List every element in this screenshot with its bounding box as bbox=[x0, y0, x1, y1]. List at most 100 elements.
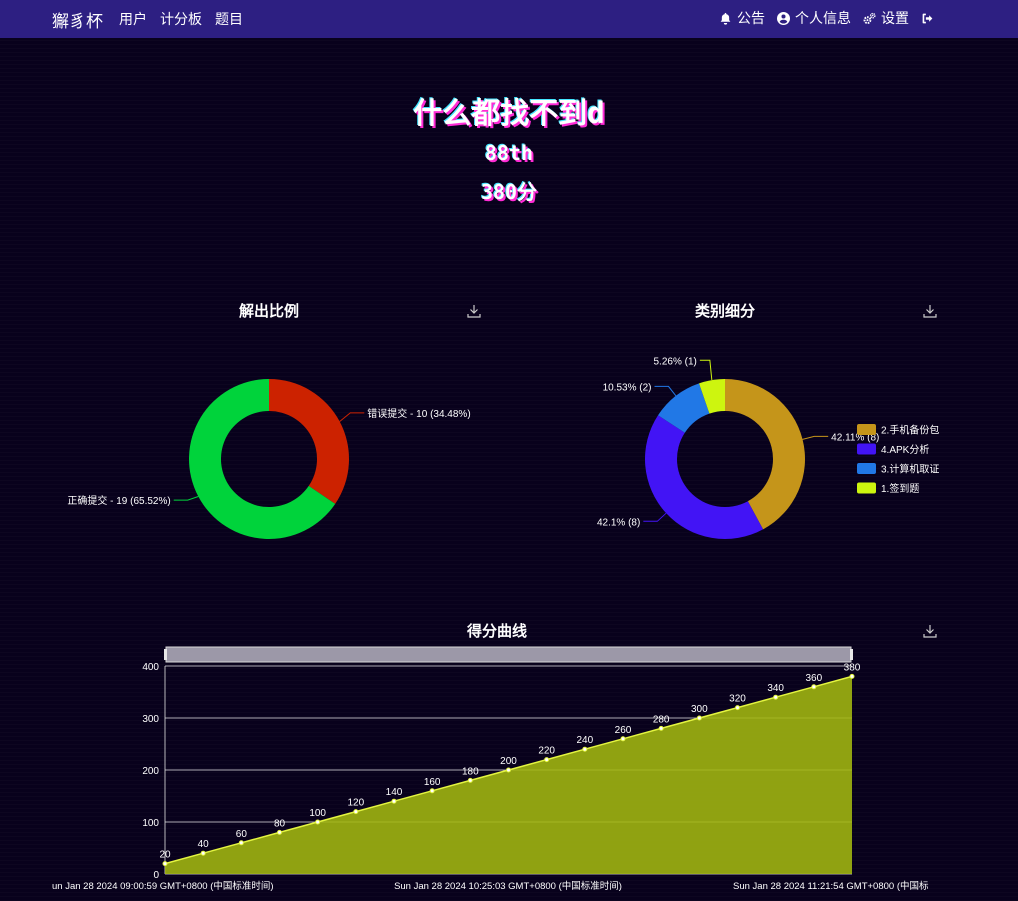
y-tick-label: 400 bbox=[142, 662, 159, 673]
nav-right-menu: 公告 个人信息 设置 bbox=[719, 8, 934, 28]
score-point-label: 60 bbox=[236, 829, 248, 840]
nav-left-menu: 用户 计分板 题目 bbox=[119, 9, 243, 29]
nav-settings-link[interactable]: 设置 bbox=[863, 8, 909, 28]
score-point-label: 380 bbox=[844, 662, 861, 673]
nav-notice-label: 公告 bbox=[737, 11, 765, 27]
legend-item[interactable]: 4.APK分析 bbox=[857, 443, 929, 456]
download-category-chart-icon[interactable] bbox=[923, 304, 937, 318]
legend-label: 1.签到题 bbox=[881, 482, 919, 495]
download-solve-chart-icon[interactable] bbox=[467, 304, 481, 318]
brand-logo[interactable]: 獬豸杯 bbox=[52, 7, 103, 32]
legend-item[interactable]: 1.签到题 bbox=[857, 482, 919, 495]
y-tick-label: 200 bbox=[142, 766, 159, 777]
download-score-chart-icon[interactable] bbox=[923, 624, 937, 638]
score-point[interactable] bbox=[544, 757, 550, 763]
nav-logout-link[interactable] bbox=[921, 12, 934, 25]
pie-slice[interactable] bbox=[645, 415, 764, 539]
score-point-label: 140 bbox=[386, 787, 403, 798]
legend-label: 4.APK分析 bbox=[881, 443, 929, 456]
score-point-label: 180 bbox=[462, 766, 479, 777]
nav-notice-link[interactable]: 公告 bbox=[719, 8, 765, 28]
pie-slice[interactable] bbox=[269, 379, 349, 504]
pie-label-line bbox=[643, 512, 667, 522]
y-tick-label: 300 bbox=[142, 714, 159, 725]
legend-swatch bbox=[857, 482, 876, 494]
score-point-label: 80 bbox=[274, 818, 286, 829]
score-point-label: 360 bbox=[805, 673, 822, 684]
score-point[interactable] bbox=[391, 798, 397, 804]
category-breakdown-chart: 42.11% (8)42.1% (8)10.53% (2)5.26% (1)2.… bbox=[597, 356, 939, 539]
legend-swatch bbox=[857, 424, 876, 435]
score-point-label: 320 bbox=[729, 694, 746, 705]
score-point-label: 260 bbox=[615, 725, 632, 736]
solve-percentage-chart: 错误提交 - 10 (34.48%) 正确提交 - 19 (65.52%) bbox=[67, 379, 471, 539]
score-curve-chart: 0 100 200 300 400 20 40 60 80 100 120 140 160 180 200 2… bbox=[52, 646, 929, 892]
pie-data-label: 正确提交 - 19 (65.52%) bbox=[67, 494, 170, 507]
x-tick-label: Sun Jan 28 2024 10:25:03 GMT+0800 (中国标准时… bbox=[394, 880, 622, 892]
score-point[interactable] bbox=[429, 788, 435, 794]
score-point[interactable] bbox=[162, 861, 168, 867]
pie-data-label: 5.26% (1) bbox=[653, 356, 696, 367]
pie-label-line bbox=[654, 385, 677, 397]
score-point-label: 160 bbox=[424, 777, 441, 788]
legend-item[interactable]: 2.手机备份包 bbox=[857, 424, 939, 437]
bell-icon bbox=[720, 12, 731, 25]
score-point[interactable] bbox=[353, 809, 359, 815]
nav-profile-link[interactable]: 个人信息 bbox=[777, 8, 851, 28]
y-tick-label: 100 bbox=[142, 818, 159, 829]
score-point[interactable] bbox=[238, 840, 244, 846]
score-point-label: 40 bbox=[198, 839, 210, 850]
score-point[interactable] bbox=[277, 829, 282, 835]
solve-chart-title: 解出比例 bbox=[238, 302, 300, 320]
nav-scoreboard-link[interactable]: 计分板 bbox=[160, 9, 202, 29]
score-point-label: 340 bbox=[767, 683, 784, 694]
team-name: 什么都找不到d bbox=[413, 96, 605, 130]
score-point[interactable] bbox=[696, 715, 702, 721]
legend-swatch bbox=[857, 443, 876, 455]
score-point[interactable] bbox=[658, 725, 664, 731]
score-point-label: 280 bbox=[653, 714, 670, 725]
score-point[interactable] bbox=[773, 694, 779, 700]
score-point[interactable] bbox=[735, 705, 740, 711]
zoom-handle-right[interactable] bbox=[850, 649, 853, 660]
pie-data-label: 错误提交 - 10 (34.48%) bbox=[367, 407, 470, 420]
legend-label: 2.手机备份包 bbox=[881, 424, 939, 437]
pie-data-label: 42.1% (8) bbox=[597, 517, 640, 528]
x-tick-label: un Jan 28 2024 09:00:59 GMT+0800 (中国标准时间… bbox=[52, 880, 274, 892]
legend-item[interactable]: 3.计算机取证 bbox=[857, 463, 939, 476]
team-score: 380分 bbox=[480, 180, 538, 204]
nav-users-link[interactable]: 用户 bbox=[119, 9, 147, 29]
nav-challenges-link[interactable]: 题目 bbox=[215, 9, 243, 29]
pie-label-line bbox=[699, 359, 713, 381]
user-circle-icon bbox=[777, 11, 790, 25]
score-point[interactable] bbox=[849, 673, 855, 679]
zoom-slider[interactable] bbox=[165, 646, 852, 663]
x-tick-label: Sun Jan 28 2024 11:21:54 GMT+0800 (中国标 bbox=[733, 880, 929, 892]
score-point-label: 20 bbox=[159, 850, 171, 861]
legend-swatch bbox=[857, 463, 876, 474]
category-chart-title: 类别细分 bbox=[694, 302, 756, 320]
score-point[interactable] bbox=[200, 850, 206, 856]
pie-label-line bbox=[173, 495, 199, 501]
score-point-label: 240 bbox=[576, 735, 593, 746]
pie-label-line bbox=[339, 412, 365, 422]
score-point[interactable] bbox=[620, 736, 626, 742]
score-point-label: 120 bbox=[347, 798, 364, 809]
score-point[interactable] bbox=[582, 746, 588, 752]
nav-settings-label: 设置 bbox=[881, 11, 909, 27]
zoom-handle-left[interactable] bbox=[164, 649, 167, 660]
score-point-label: 220 bbox=[538, 746, 555, 757]
score-point[interactable] bbox=[811, 684, 817, 690]
score-point[interactable] bbox=[315, 819, 321, 825]
score-point-label: 300 bbox=[691, 704, 708, 715]
score-point[interactable] bbox=[467, 777, 473, 783]
score-point-label: 200 bbox=[500, 756, 517, 767]
top-navbar: 獬豸杯 用户 计分板 题目 公告 个人信息 设置 bbox=[0, 0, 1018, 38]
logout-icon bbox=[922, 13, 933, 23]
score-point-label: 100 bbox=[309, 808, 326, 819]
score-chart-title: 得分曲线 bbox=[466, 622, 528, 640]
y-tick-label: 0 bbox=[153, 870, 159, 881]
score-area bbox=[165, 676, 852, 874]
nav-profile-label: 个人信息 bbox=[795, 11, 851, 27]
score-point[interactable] bbox=[506, 767, 511, 773]
